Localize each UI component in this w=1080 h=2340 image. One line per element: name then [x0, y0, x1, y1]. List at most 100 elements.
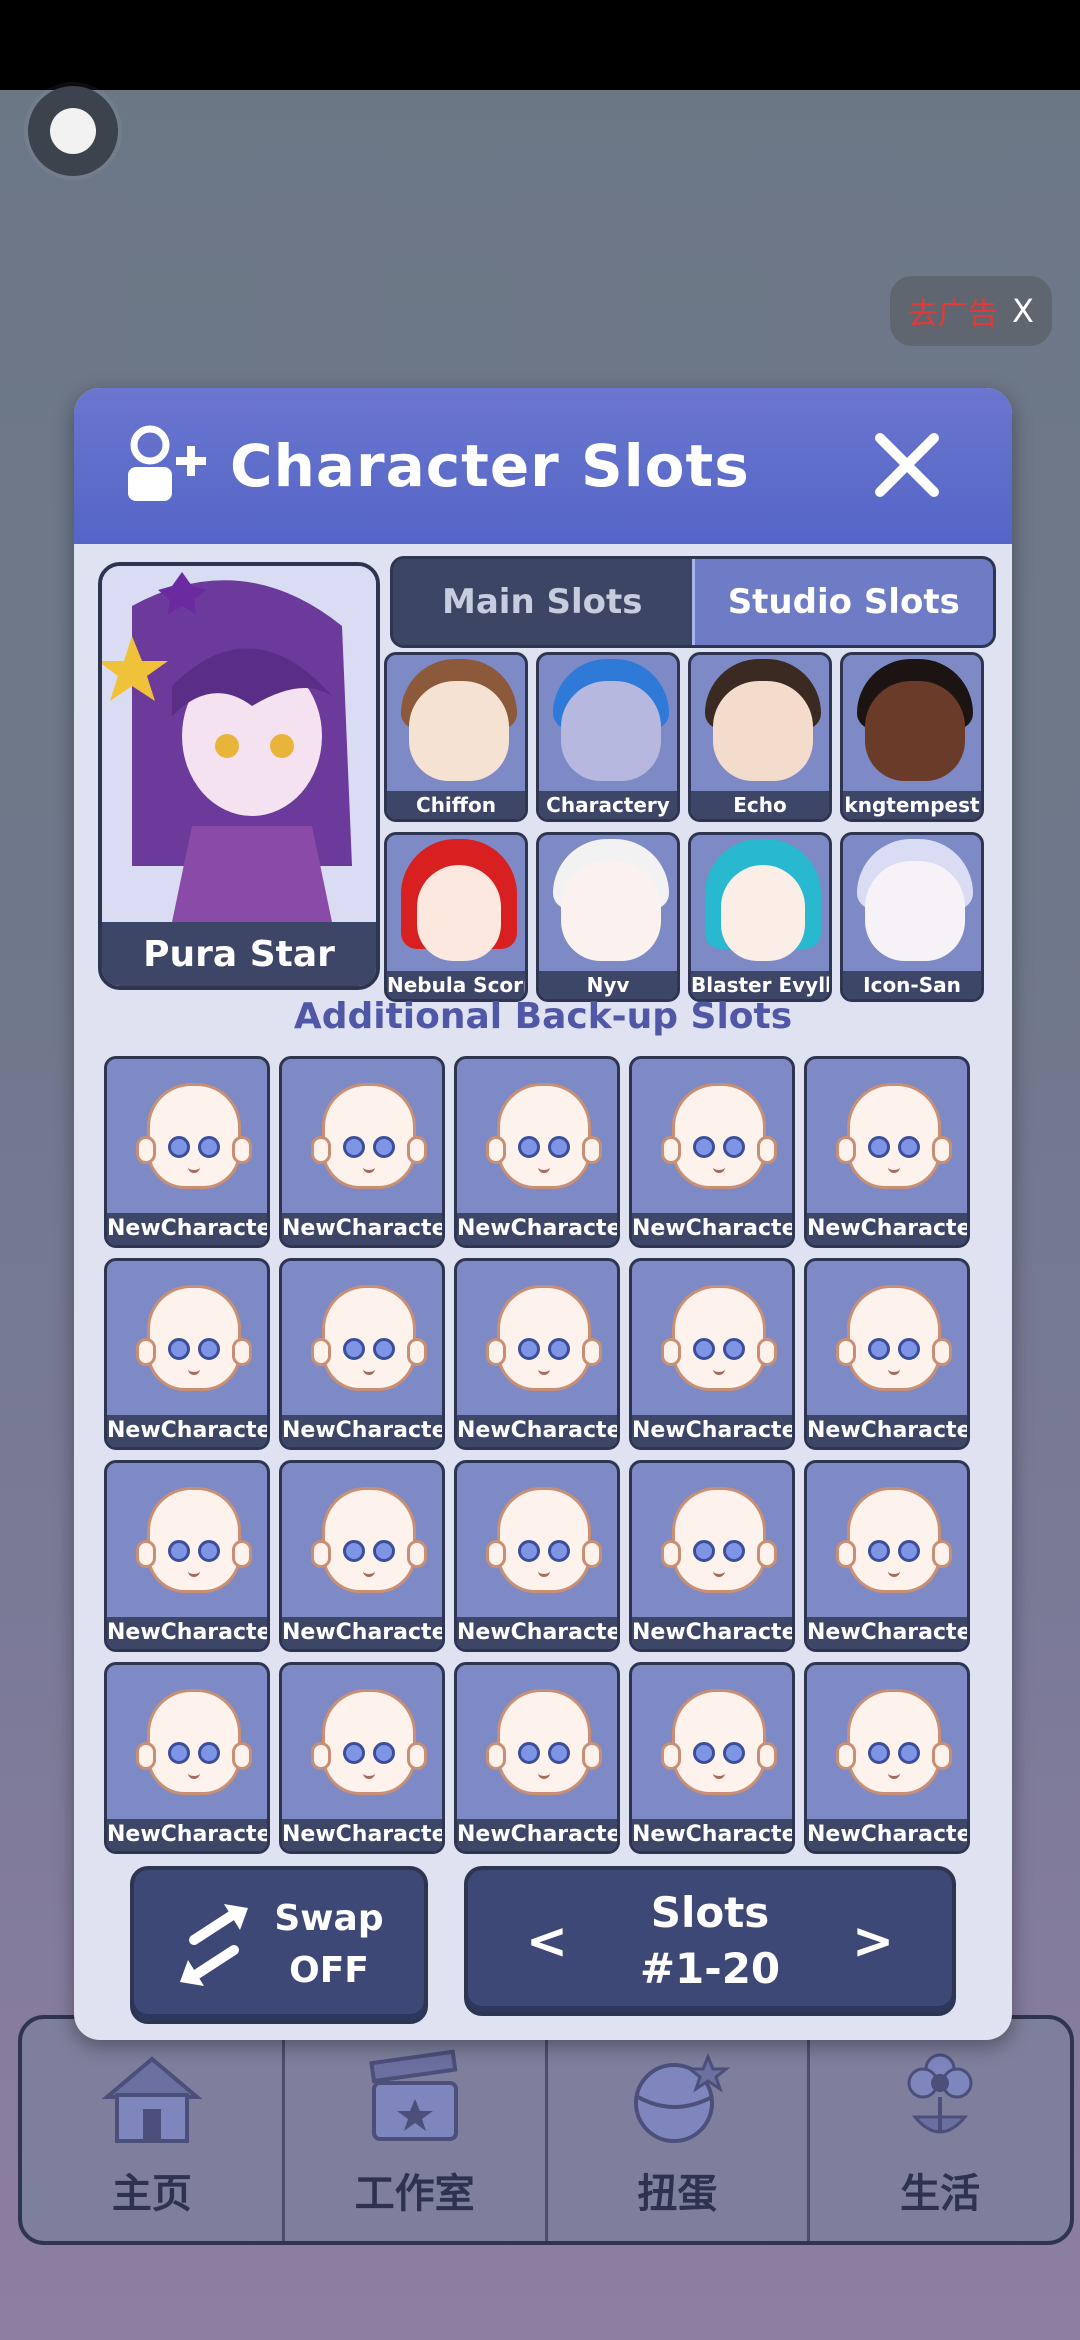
- studio-slot[interactable]: kngtempest: [840, 652, 984, 822]
- backup-slot[interactable]: NewCharacter: [804, 1258, 970, 1450]
- studio-slot-name: Nebula Scorpi: [387, 971, 525, 999]
- backup-slot-name: NewCharacter: [807, 1213, 967, 1245]
- next-page-button[interactable]: >: [852, 1912, 894, 1970]
- studio-slot[interactable]: Icon-San: [840, 832, 984, 1002]
- blank-character-face: [136, 1083, 252, 1189]
- backup-slot[interactable]: NewCharacter: [454, 1662, 620, 1854]
- backup-slot[interactable]: NewCharacter: [104, 1258, 270, 1450]
- featured-character-name: Pura Star: [102, 922, 376, 986]
- character-face: [865, 861, 965, 961]
- add-person-icon: [128, 425, 206, 501]
- swap-arrows-icon: [180, 1904, 249, 1986]
- studio-slot[interactable]: Nebula Scorpi: [384, 832, 528, 1002]
- backup-slot[interactable]: NewCharacter: [454, 1460, 620, 1652]
- character-portrait-image: [102, 566, 376, 922]
- character-face: [417, 865, 501, 961]
- backup-slot[interactable]: NewCharacter: [804, 1662, 970, 1854]
- nav-label: 生活: [900, 2171, 981, 2217]
- nav-item-gacha[interactable]: 扭蛋: [548, 2019, 811, 2241]
- backup-slot-grid: NewCharacter NewCharacter NewCharacter N…: [104, 1056, 984, 1854]
- backup-slot[interactable]: NewCharacter: [104, 1460, 270, 1652]
- studio-slot[interactable]: Blaster Evylln: [688, 832, 832, 1002]
- blank-character-face: [486, 1487, 602, 1593]
- studio-slot[interactable]: Echo: [688, 652, 832, 822]
- backup-slot[interactable]: NewCharacter: [279, 1460, 445, 1652]
- character-face: [561, 861, 661, 961]
- tab-studio-slots[interactable]: Studio Slots: [691, 559, 993, 645]
- character-face: [721, 865, 805, 961]
- backup-slot[interactable]: NewCharacter: [279, 1258, 445, 1450]
- studio-slot-name: Charactery: [539, 791, 677, 819]
- backup-slot-name: NewCharacter: [632, 1213, 792, 1245]
- backup-slot[interactable]: NewCharacter: [279, 1662, 445, 1854]
- swap-toggle-button[interactable]: Swap OFF: [130, 1866, 428, 2024]
- character-face: [409, 681, 509, 781]
- nav-item-home[interactable]: 主页: [22, 2019, 285, 2241]
- backup-slot-name: NewCharacter: [107, 1213, 267, 1245]
- clapperboard-icon: [368, 2049, 458, 2141]
- character-face: [865, 681, 965, 781]
- backup-slot[interactable]: NewCharacter: [629, 1460, 795, 1652]
- bottom-nav: 主页 工作室 扭蛋 生活: [18, 2015, 1074, 2245]
- blank-character-face: [661, 1689, 777, 1795]
- blank-character-face: [136, 1689, 252, 1795]
- backup-slot-name: NewCharacter: [457, 1213, 617, 1245]
- studio-slot-name: Echo: [691, 791, 829, 819]
- studio-slot[interactable]: Nyv: [536, 832, 680, 1002]
- backup-slot-name: NewCharacter: [632, 1819, 792, 1851]
- backup-slot[interactable]: NewCharacter: [104, 1056, 270, 1248]
- nav-label: 工作室: [354, 2171, 475, 2217]
- backup-slot-name: NewCharacter: [632, 1415, 792, 1447]
- studio-slot-name: Chiffon: [387, 791, 525, 819]
- featured-character-card[interactable]: Pura Star: [98, 562, 380, 990]
- character-face: [713, 681, 813, 781]
- nav-item-studio[interactable]: 工作室: [285, 2019, 548, 2241]
- nav-item-life[interactable]: 生活: [810, 2019, 1070, 2241]
- backup-slot[interactable]: NewCharacter: [104, 1662, 270, 1854]
- character-face: [561, 681, 661, 781]
- blank-character-face: [136, 1487, 252, 1593]
- backup-slot-name: NewCharacter: [282, 1213, 442, 1245]
- swap-state: OFF: [289, 1950, 369, 1991]
- backup-slot-name: NewCharacter: [457, 1617, 617, 1649]
- backup-slot[interactable]: NewCharacter: [629, 1056, 795, 1248]
- previous-page-button[interactable]: <: [526, 1912, 568, 1970]
- tab-main-slots[interactable]: Main Slots: [393, 559, 692, 645]
- studio-slot[interactable]: Chiffon: [384, 652, 528, 822]
- blank-character-face: [661, 1487, 777, 1593]
- slots-label: Slots: [650, 1888, 770, 1937]
- backup-slot-name: NewCharacter: [457, 1819, 617, 1851]
- backup-slot-name: NewCharacter: [107, 1617, 267, 1649]
- backup-slot[interactable]: NewCharacter: [454, 1056, 620, 1248]
- remove-ads-label: 去广告: [908, 297, 999, 332]
- backup-slot[interactable]: NewCharacter: [804, 1460, 970, 1652]
- status-bar: [0, 0, 1080, 90]
- floating-assistive-button[interactable]: [28, 86, 118, 176]
- blank-character-face: [486, 1689, 602, 1795]
- studio-slot-name: Nyv: [539, 971, 677, 999]
- backup-slot[interactable]: NewCharacter: [279, 1056, 445, 1248]
- remove-ads-button[interactable]: 去广告 X: [890, 276, 1052, 346]
- blank-character-face: [486, 1285, 602, 1391]
- backup-slot[interactable]: NewCharacter: [804, 1056, 970, 1248]
- blank-character-face: [836, 1487, 952, 1593]
- blank-character-face: [661, 1083, 777, 1189]
- slots-range-value: #1-20: [639, 1944, 781, 1993]
- blank-character-face: [836, 1285, 952, 1391]
- nav-label: 主页: [111, 2171, 192, 2217]
- blank-character-face: [311, 1083, 427, 1189]
- close-ad-icon[interactable]: X: [1012, 292, 1034, 330]
- close-icon[interactable]: [870, 428, 944, 502]
- backup-slot[interactable]: NewCharacter: [454, 1258, 620, 1450]
- studio-slot[interactable]: Charactery: [536, 652, 680, 822]
- backup-slot-name: NewCharacter: [807, 1617, 967, 1649]
- studio-slot-name: kngtempest: [843, 791, 981, 819]
- backup-slot[interactable]: NewCharacter: [629, 1662, 795, 1854]
- studio-slot-grid: Chiffon Charactery Echo kngtempest Nebul…: [384, 652, 992, 1002]
- backup-slot-name: NewCharacter: [632, 1617, 792, 1649]
- studio-slot-name: Icon-San: [843, 971, 981, 999]
- blank-character-face: [661, 1285, 777, 1391]
- blank-character-face: [136, 1285, 252, 1391]
- blank-character-face: [311, 1285, 427, 1391]
- backup-slot[interactable]: NewCharacter: [629, 1258, 795, 1450]
